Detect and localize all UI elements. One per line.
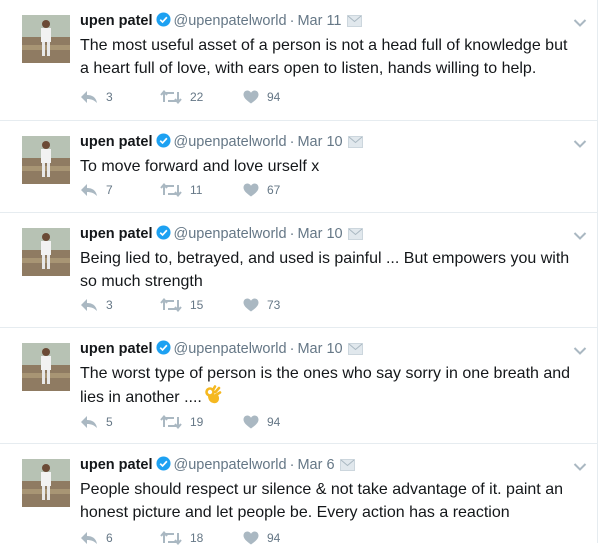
heart-icon [243,298,259,312]
ok-hand-emoji-icon [204,385,222,412]
envelope-icon [347,341,363,361]
author-handle[interactable]: @upenpatelworld [174,341,287,357]
author-name[interactable]: upen patel [80,13,153,29]
retweet-button[interactable]: 22 [160,90,203,104]
envelope-icon [347,134,363,154]
tweet-text-content: The most useful asset of a person is not… [80,37,568,77]
avatar[interactable] [22,459,70,507]
chevron-down-icon[interactable] [573,15,587,33]
chevron-down-icon[interactable] [573,459,587,477]
tweet-date[interactable]: Mar 10 [297,341,342,357]
tweet-actions: 3 22 94 [80,90,340,110]
like-count: 94 [267,90,281,104]
reply-button[interactable]: 3 [80,298,113,312]
tweet-timeline: upen patel @upenpatelworld · Mar 11 The mos… [0,0,609,545]
tweet-text-content: Being lied to, betrayed, and used is pai… [80,250,570,290]
separator: · [289,341,295,357]
tweet[interactable]: upen patel @upenpatelworld · Mar 10 Being l… [0,213,598,328]
retweet-icon [160,183,182,197]
tweet-text-content: People should respect ur silence & not t… [80,481,563,521]
reply-icon [80,298,98,312]
tweet-actions: 7 11 67 [80,183,340,203]
author-handle[interactable]: @upenpatelworld [174,134,287,150]
author-name[interactable]: upen patel [80,457,153,473]
reply-count: 7 [106,183,113,197]
tweet-actions: 6 18 94 [80,531,340,551]
tweet[interactable]: upen patel @upenpatelworld · Mar 10 To move… [0,121,598,213]
reply-button[interactable]: 5 [80,415,113,429]
retweet-count: 22 [190,90,204,104]
chevron-down-icon[interactable] [573,136,587,154]
avatar[interactable] [22,15,70,63]
verified-badge-icon [155,12,171,33]
tweet-text-content: To move forward and love urself x [80,158,320,175]
author-handle[interactable]: @upenpatelworld [174,226,287,242]
heart-icon [243,90,259,104]
tweet[interactable]: upen patel @upenpatelworld · Mar 6 People s… [0,444,598,545]
retweet-icon [160,90,182,104]
reply-icon [80,90,98,104]
tweet-actions: 3 15 73 [80,298,340,318]
verified-badge-icon [155,456,171,477]
heart-icon [243,183,259,197]
avatar[interactable] [22,343,70,391]
reply-count: 5 [106,415,113,429]
separator: · [289,13,295,29]
tweet-text: People should respect ur silence & not t… [80,478,579,524]
retweet-icon [160,415,182,429]
verified-badge-icon [155,340,171,361]
retweet-count: 19 [190,415,204,429]
tweet[interactable]: upen patel @upenpatelworld · Mar 11 The mos… [0,0,598,121]
author-handle[interactable]: @upenpatelworld [174,13,287,29]
heart-icon [243,415,259,429]
like-button[interactable]: 67 [243,183,280,197]
envelope-icon [347,226,363,246]
tweet-text-content: The worst type of person is the ones who… [80,365,571,406]
separator: · [289,134,295,150]
verified-badge-icon [155,225,171,246]
envelope-icon [339,457,355,477]
author-handle[interactable]: @upenpatelworld [174,457,287,473]
like-count: 67 [267,183,281,197]
like-button[interactable]: 73 [243,298,280,312]
retweet-button[interactable]: 15 [160,298,203,312]
tweet-date[interactable]: Mar 11 [297,13,341,29]
tweet-actions: 5 19 94 [80,415,340,435]
like-button[interactable]: 94 [243,415,280,429]
reply-count: 3 [106,298,113,312]
reply-button[interactable]: 7 [80,183,113,197]
like-count: 94 [267,415,281,429]
tweet-text: The worst type of person is the ones who… [80,362,579,412]
like-button[interactable]: 94 [243,90,280,104]
reply-icon [80,415,98,429]
author-name[interactable]: upen patel [80,134,153,150]
tweet-text: The most useful asset of a person is not… [80,34,579,80]
retweet-button[interactable]: 19 [160,415,203,429]
reply-button[interactable]: 3 [80,90,113,104]
retweet-count: 15 [190,298,204,312]
separator: · [289,226,295,242]
chevron-down-icon[interactable] [573,343,587,361]
tweet[interactable]: upen patel @upenpatelworld · Mar 10 The wor… [0,328,598,444]
chevron-down-icon[interactable] [573,228,587,246]
tweet-date[interactable]: Mar 6 [297,457,334,473]
author-name[interactable]: upen patel [80,341,153,357]
retweet-count: 11 [190,183,203,197]
retweet-icon [160,298,182,312]
avatar[interactable] [22,228,70,276]
tweet-text: To move forward and love urself x [80,155,579,178]
verified-badge-icon [155,133,171,154]
like-count: 73 [267,298,281,312]
tweet-date[interactable]: Mar 10 [297,134,342,150]
avatar[interactable] [22,136,70,184]
tweet-date[interactable]: Mar 10 [297,226,342,242]
reply-icon [80,183,98,197]
separator: · [289,457,295,473]
envelope-icon [346,13,362,33]
retweet-button[interactable]: 11 [160,183,202,197]
reply-count: 3 [106,90,113,104]
author-name[interactable]: upen patel [80,226,153,242]
tweet-text: Being lied to, betrayed, and used is pai… [80,247,579,293]
